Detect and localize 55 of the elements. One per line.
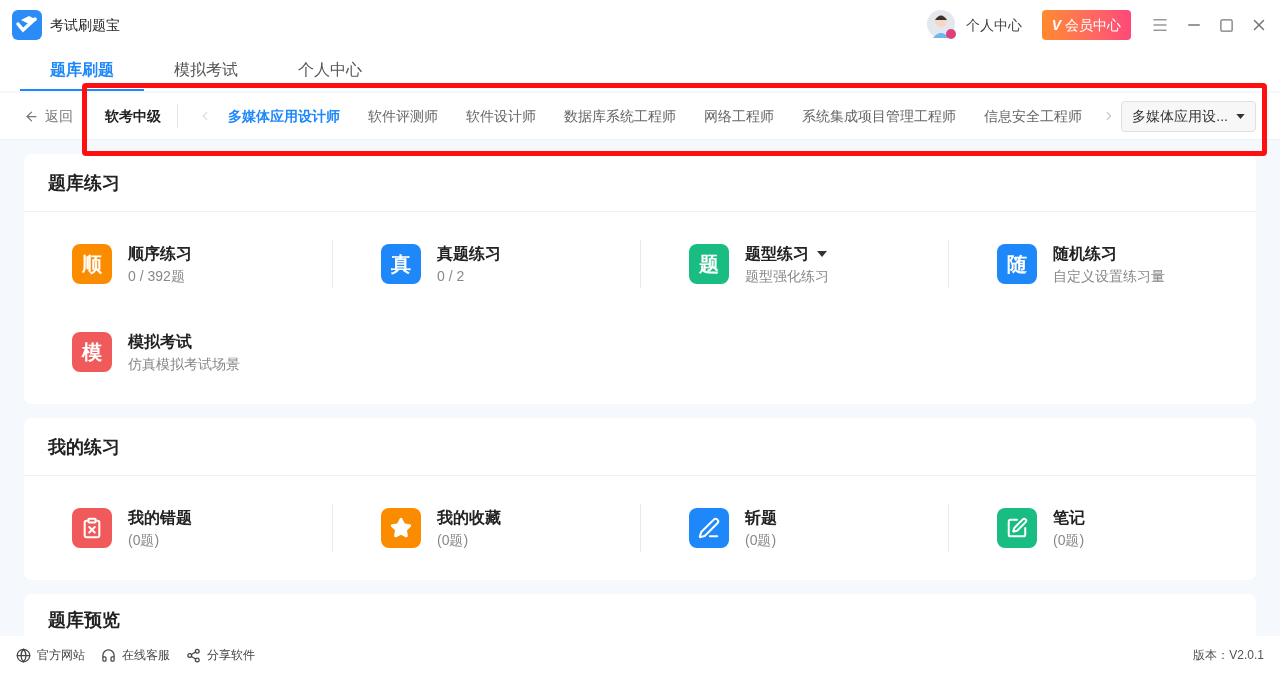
practice-subtitle: (0题) [1053,531,1085,550]
practice-title[interactable]: 模拟考试 [128,330,192,354]
subject-tab[interactable]: 软件设计师 [466,106,536,126]
practice-title[interactable]: 真题练习 [437,242,501,266]
globe-icon [16,647,31,663]
nav-tab[interactable]: 个人中心 [268,50,392,91]
subject-tab[interactable]: 多媒体应用设计师 [228,106,340,126]
letter-icon: 顺 [72,244,112,284]
subject-tab[interactable]: 信息安全工程师 [984,106,1082,126]
practice-title[interactable]: 笔记 [1053,506,1085,530]
practice-subtitle: 0 / 2 [437,267,466,286]
letter-icon: 模 [72,332,112,372]
user-center-link[interactable]: 个人中心 [965,15,1022,35]
nav-tab[interactable]: 模拟考试 [144,50,268,91]
app-logo-icon [12,10,42,40]
practice-subtitle: (0题) [745,531,777,550]
back-arrow-icon [24,108,39,124]
footer-link[interactable]: 官方网站 [16,647,85,663]
practice-subtitle: 题型强化练习 [745,267,829,286]
footer-link[interactable]: 在线客服 [101,647,170,663]
section-title: 我的练习 [48,435,120,459]
caret-icon[interactable] [817,251,827,257]
version-text: 版本：V2.0.1 [1193,647,1264,663]
share-icon [186,647,201,663]
subject-tab[interactable]: 网络工程师 [704,106,774,126]
practice-title[interactable]: 斩题 [745,506,777,530]
letter-icon: 真 [381,244,421,284]
subject-tab[interactable]: 数据库系统工程师 [564,106,676,126]
back-button[interactable]: 返回 [24,106,73,126]
practice-subtitle: 0 / 392题 [128,267,186,286]
avatar-icon[interactable] [925,9,958,41]
level-label: 软考中级 [105,107,161,126]
section-title: 题库预览 [48,609,120,632]
app-title: 考试刷题宝 [50,16,120,35]
section-title: 题库练习 [48,171,120,195]
subject-tab[interactable]: 系统集成项目管理工程师 [802,106,956,126]
nav-tab[interactable]: 题库刷题 [20,50,144,91]
subject-tab[interactable]: 软件评测师 [368,106,438,126]
practice-title[interactable]: 随机练习 [1053,242,1117,266]
practice-subtitle: 自定义设置练习量 [1053,267,1165,286]
practice-title[interactable]: 我的收藏 [437,506,501,530]
footer-link[interactable]: 分享软件 [186,647,255,663]
practice-subtitle: (0题) [437,531,470,550]
letter-icon: 题 [689,244,729,284]
headset-icon [101,647,116,663]
practice-subtitle: 仿真模拟考试场景 [128,355,240,374]
caret-icon [1236,113,1245,119]
practice-title[interactable]: 题型练习 [745,242,809,266]
maximize-icon[interactable] [1219,17,1234,33]
subject-dropdown[interactable]: 多媒体应用设... [1121,100,1256,132]
letter-icon: 随 [997,244,1037,284]
practice-title[interactable]: 顺序练习 [128,242,192,266]
practice-subtitle: (0题) [128,531,161,550]
menu-icon[interactable] [1151,16,1169,34]
practice-title[interactable]: 我的错题 [128,506,192,530]
